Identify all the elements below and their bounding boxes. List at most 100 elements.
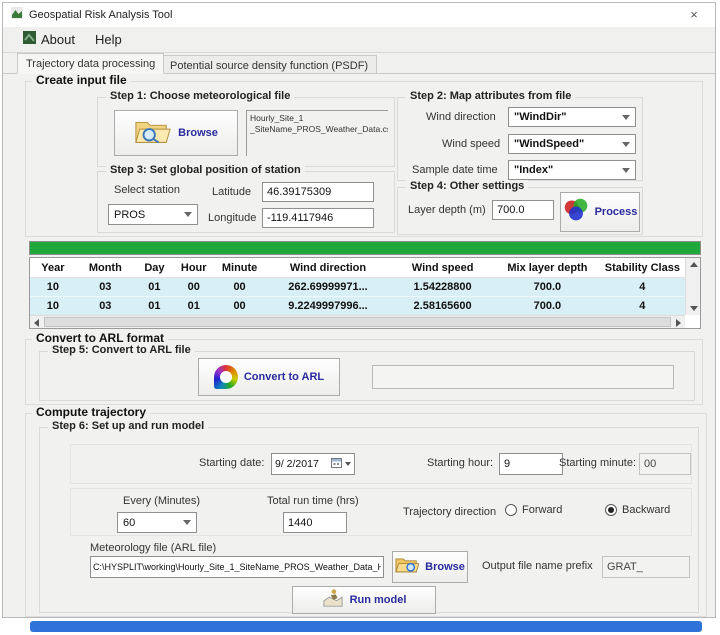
table-row[interactable]: 10 03 01 01 00 9.2249997996... 2.5816560… <box>30 297 685 315</box>
run-model-button[interactable]: Run model <box>292 586 436 614</box>
table-cell: 03 <box>76 281 135 293</box>
longitude-input[interactable] <box>262 208 374 228</box>
latitude-input[interactable] <box>262 182 374 202</box>
arl-met-file-label: Meteorology file (ARL file) <box>90 542 216 554</box>
step5-title: Step 5: Convert to ARL file <box>48 344 195 356</box>
col-hour[interactable]: Hour <box>174 262 213 274</box>
every-minutes-select[interactable]: 60 <box>117 512 197 533</box>
scrollbar-thumb[interactable] <box>44 317 671 327</box>
table-cell: 2.58165600 <box>390 300 495 312</box>
horizontal-scrollbar[interactable] <box>30 315 685 328</box>
col-wind-speed[interactable]: Wind speed <box>390 262 495 274</box>
browse-arl-file-button[interactable]: Browse <box>392 551 468 583</box>
scroll-right-arrow-icon[interactable] <box>676 319 681 327</box>
vertical-scrollbar[interactable] <box>685 258 700 315</box>
every-minutes-label: Every (Minutes) <box>123 495 200 507</box>
chevron-down-icon <box>345 462 351 466</box>
col-mix-layer-depth[interactable]: Mix layer depth <box>495 262 600 274</box>
table-cell: 03 <box>76 300 135 312</box>
col-minute[interactable]: Minute <box>213 262 265 274</box>
sample-date-time-label: Sample date time <box>412 164 498 176</box>
wind-speed-select[interactable]: "WindSpeed" <box>508 134 636 154</box>
met-file-line1: Hourly_Site_1 <box>250 113 385 124</box>
met-file-line2: _SiteName_PROS_Weather_Data.csv <box>250 124 385 135</box>
wind-direction-select[interactable]: "WindDir" <box>508 107 636 127</box>
wind-speed-label: Wind speed <box>442 138 500 150</box>
create-input-file-title: Create input file <box>32 73 131 87</box>
col-year[interactable]: Year <box>30 262 76 274</box>
table-cell: 01 <box>174 300 213 312</box>
col-wind-direction[interactable]: Wind direction <box>266 262 390 274</box>
convert-to-arl-label: Convert to ARL <box>244 371 324 383</box>
backward-radio[interactable]: Backward <box>605 504 670 516</box>
tab-trajectory-data-processing[interactable]: Trajectory data processing <box>17 53 164 74</box>
col-month[interactable]: Month <box>76 262 135 274</box>
process-progress-bar <box>29 241 701 255</box>
convert-to-arl-button[interactable]: Convert to ARL <box>198 358 340 396</box>
sample-date-time-value: "Index" <box>514 164 553 176</box>
station-select[interactable]: PROS <box>108 204 198 225</box>
output-prefix-input[interactable] <box>602 556 690 578</box>
rainbow-ring-icon <box>214 365 238 389</box>
forward-radio[interactable]: Forward <box>505 504 562 516</box>
sample-date-time-select[interactable]: "Index" <box>508 160 636 180</box>
runner-map-icon <box>322 588 344 613</box>
step4-title: Step 4: Other settings <box>406 180 528 192</box>
process-button[interactable]: Process <box>560 192 640 232</box>
starting-hour-input[interactable] <box>499 453 563 475</box>
rgb-circles-icon <box>563 198 589 227</box>
step5-group: Step 5: Convert to ARL file Convert to A… <box>39 351 695 401</box>
layer-depth-input[interactable] <box>492 200 554 220</box>
browse-met-file-button[interactable]: Browse <box>114 110 238 156</box>
col-stability-class[interactable]: Stability Class <box>600 262 685 274</box>
backward-radio-label: Backward <box>622 504 670 516</box>
step6-title: Step 6: Set up and run model <box>48 420 208 432</box>
chevron-down-icon <box>183 520 191 525</box>
tab-psdf[interactable]: Potential source density function (PSDF) <box>161 55 377 74</box>
menu-about[interactable]: About <box>13 27 85 52</box>
every-minutes-value: 60 <box>123 517 135 529</box>
scroll-up-arrow-icon[interactable] <box>690 262 698 267</box>
table-cell: 4 <box>600 281 685 293</box>
menu-bar: About Help <box>3 27 715 53</box>
chevron-down-icon <box>622 168 630 173</box>
starting-date-picker[interactable]: 9/ 2/2017 <box>271 453 355 475</box>
table-cell: 01 <box>135 281 174 293</box>
start-datetime-panel: Starting date: 9/ 2/2017 Starting hour: … <box>70 444 692 484</box>
run-model-label: Run model <box>350 594 407 606</box>
col-day[interactable]: Day <box>135 262 174 274</box>
layer-depth-label: Layer depth (m) <box>408 204 486 216</box>
folder-search-icon <box>134 116 172 151</box>
scroll-down-arrow-icon[interactable] <box>690 306 698 311</box>
table-cell: 00 <box>213 300 265 312</box>
table-body: Year Month Day Hour Minute Wind directio… <box>30 258 685 315</box>
starting-minute-input[interactable] <box>639 453 691 475</box>
station-select-value: PROS <box>114 209 145 221</box>
total-run-time-input[interactable] <box>283 512 347 533</box>
table-row[interactable]: 10 03 01 00 00 262.69999971... 1.5422880… <box>30 278 685 297</box>
close-button[interactable]: × <box>685 7 703 23</box>
step3-title: Step 3: Set global position of station <box>106 164 305 176</box>
table-cell: 700.0 <box>495 281 600 293</box>
table-cell: 9.2249997996... <box>266 300 390 312</box>
table-cell: 700.0 <box>495 300 600 312</box>
starting-minute-label: Starting minute: <box>559 457 636 469</box>
wind-direction-value: "WindDir" <box>514 111 567 123</box>
calendar-icon <box>331 455 342 473</box>
app-window: Geospatial Risk Analysis Tool × About He… <box>2 2 716 618</box>
run-settings-panel: Every (Minutes) 60 Total run time (hrs) … <box>70 488 692 536</box>
total-run-time-label: Total run time (hrs) <box>267 495 359 507</box>
step2-group: Step 2: Map attributes from file Wind di… <box>397 97 643 181</box>
table-cell: 10 <box>30 300 76 312</box>
weather-data-table: Year Month Day Hour Minute Wind directio… <box>29 257 701 329</box>
window-title: Geospatial Risk Analysis Tool <box>29 9 172 21</box>
chevron-down-icon <box>622 142 630 147</box>
scroll-left-arrow-icon[interactable] <box>34 319 39 327</box>
title-bar: Geospatial Risk Analysis Tool × <box>3 3 715 27</box>
menu-help[interactable]: Help <box>85 27 132 52</box>
convert-progress-bar <box>372 365 674 389</box>
browse-met-file-label: Browse <box>178 127 218 139</box>
tab-strip: Trajectory data processing Potential sou… <box>3 53 715 74</box>
arl-met-file-input[interactable] <box>90 556 384 578</box>
chevron-down-icon <box>622 115 630 120</box>
